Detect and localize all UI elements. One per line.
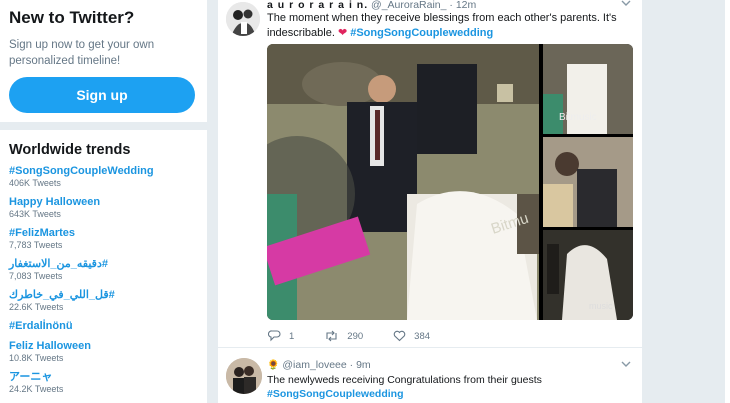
trend-item[interactable]: #Erdalİnönü (9, 320, 198, 333)
trend-item[interactable]: #قل_اللي_في_خاطرك 22.6K Tweets (9, 289, 198, 313)
trend-item[interactable]: #دقيقه_من_الاستغفار 7,083 Tweets (9, 258, 198, 282)
tweet-timestamp[interactable]: · 9m (350, 359, 371, 371)
tweet-text: The newlyweds receiving Congratulations … (267, 373, 627, 401)
tweet-media-grid[interactable]: Bitmu Bitmusic music (267, 44, 633, 320)
right-edge (725, 0, 730, 403)
chevron-down-icon[interactable] (621, 0, 631, 8)
avatar[interactable] (226, 2, 260, 36)
tweet-timestamp[interactable]: · 12m (449, 0, 476, 11)
trend-name[interactable]: #Erdalİnönü (9, 320, 198, 333)
like-icon[interactable] (393, 330, 406, 342)
trend-name[interactable]: アーニャ (9, 371, 198, 384)
trend-item[interactable]: Feliz Halloween 10.8K Tweets (9, 340, 198, 364)
trend-name[interactable]: Feliz Halloween (9, 340, 198, 353)
trend-count: 24.2K Tweets (9, 384, 64, 394)
tweet-author-name[interactable]: a u r o r a r a i n. (267, 0, 368, 11)
heart-emoji: ❤ (337, 27, 348, 39)
left-sidebar: New to Twitter? Sign up now to get your … (0, 0, 207, 403)
tweet-author-handle[interactable]: @iam_loveee (282, 359, 346, 371)
tweet-header: 🌻 @iam_loveee · 9m (267, 359, 371, 371)
trend-item[interactable]: アーニャ 24.2K Tweets (9, 371, 198, 395)
media-photos[interactable]: Bitmu Bitmusic music (267, 44, 633, 320)
signup-subtitle: Sign up now to get your own personalized… (9, 39, 155, 67)
retweet-action[interactable]: 290 (324, 330, 363, 342)
trend-item[interactable]: #SongSongCoupleWedding 406K Tweets (9, 165, 198, 189)
trend-name[interactable]: #SongSongCoupleWedding (9, 165, 198, 178)
trend-item[interactable]: #FelizMartes 7,783 Tweets (9, 227, 198, 251)
trend-name[interactable]: Happy Halloween (9, 196, 198, 209)
like-count: 384 (414, 330, 431, 342)
svg-text:music: music (589, 301, 613, 311)
reply-count: 1 (289, 330, 295, 342)
trend-name[interactable]: #قل_اللي_في_خاطرك (9, 289, 198, 302)
avatar-image (226, 358, 262, 394)
tweet-hashtag[interactable]: #SongSongCouplewedding (267, 387, 627, 401)
svg-text:Bitmusic: Bitmusic (559, 112, 597, 123)
tweet[interactable]: a u r o r a r a i n. @_AuroraRain_ · 12m… (218, 0, 643, 348)
retweet-count: 290 (347, 330, 364, 342)
signup-button[interactable]: Sign up (9, 77, 195, 113)
tweet-hashtag[interactable]: #SongSongCouplewedding (350, 27, 493, 39)
avatar[interactable] (226, 358, 262, 394)
trend-count: 22.6K Tweets (9, 302, 64, 312)
trends-card: Worldwide trends #SongSongCoupleWedding … (0, 130, 207, 403)
reply-action[interactable]: 1 (268, 330, 294, 342)
like-action[interactable]: 384 (393, 330, 430, 342)
tweet-text: The moment when they receive blessings f… (267, 11, 617, 41)
trends-title: Worldwide trends (9, 142, 131, 158)
tweet-body: The newlyweds receiving Congratulations … (267, 374, 542, 386)
timeline: a u r o r a r a i n. @_AuroraRain_ · 12m… (217, 0, 643, 403)
trend-count: 10.8K Tweets (9, 353, 64, 363)
trend-count: 7,783 Tweets (9, 240, 63, 250)
trend-name[interactable]: #دقيقه_من_الاستغفار (9, 258, 198, 271)
signup-title: New to Twitter? (9, 8, 135, 27)
trend-name[interactable]: #FelizMartes (9, 227, 198, 240)
trend-item[interactable]: Happy Halloween 643K Tweets (9, 196, 198, 220)
trend-count: 643K Tweets (9, 209, 61, 219)
tweet-author-handle[interactable]: @_AuroraRain_ (371, 0, 446, 11)
sunflower-emoji: 🌻 (267, 360, 280, 371)
avatar-image (226, 2, 260, 36)
retweet-icon[interactable] (324, 330, 339, 342)
trend-count: 406K Tweets (9, 178, 61, 188)
reply-icon[interactable] (268, 330, 281, 342)
tweet-actions: 1 290 384 (268, 329, 460, 343)
tweet[interactable]: 🌻 @iam_loveee · 9m The newlyweds receivi… (218, 349, 643, 403)
signup-card: New to Twitter? Sign up now to get your … (0, 0, 207, 122)
trend-count: 7,083 Tweets (9, 271, 63, 281)
chevron-down-icon[interactable] (621, 359, 631, 369)
